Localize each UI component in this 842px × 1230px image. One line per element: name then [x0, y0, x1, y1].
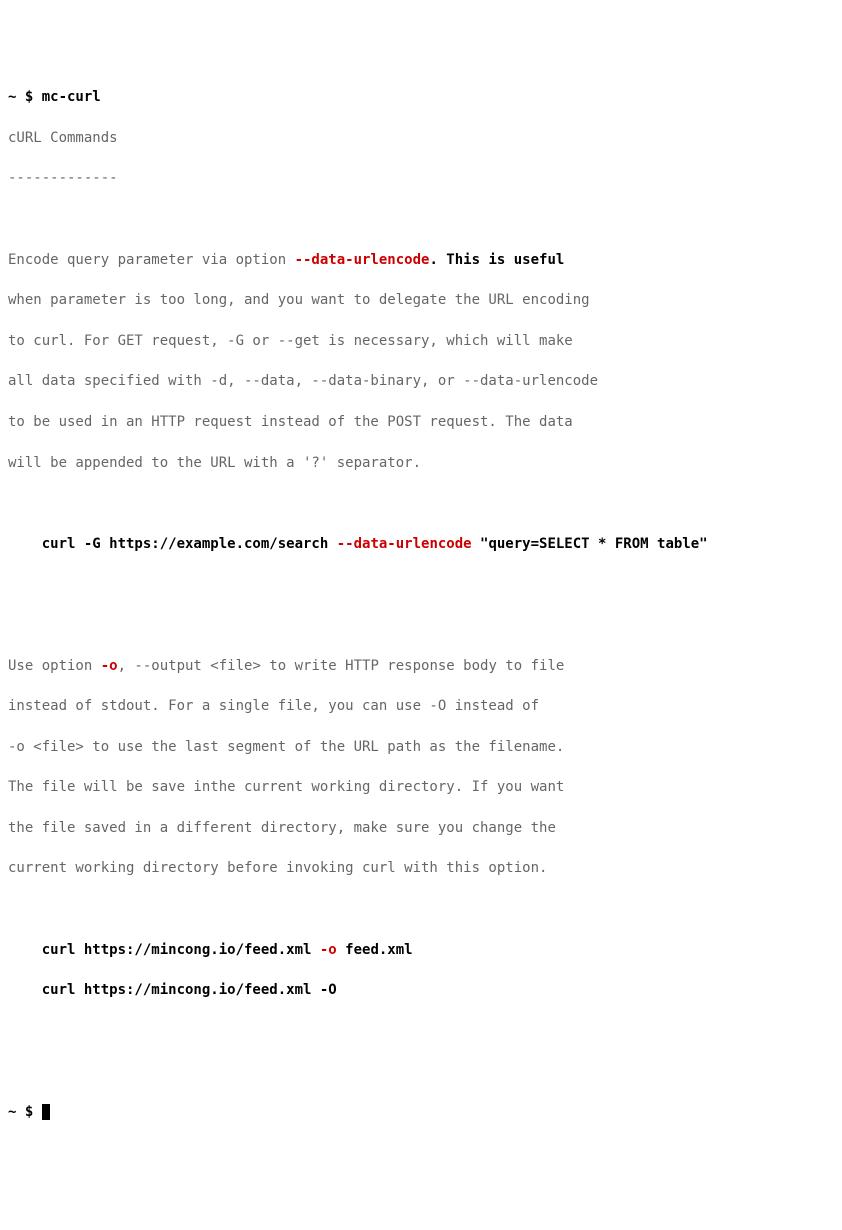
- para2-line6: current working directory before invokin…: [8, 858, 834, 878]
- shell-prompt: ~ $: [8, 1104, 42, 1120]
- command: mc-curl: [42, 89, 101, 105]
- para1-line5: to be used in an HTTP request instead of…: [8, 412, 834, 432]
- example1: curl -G https://example.com/search --dat…: [8, 534, 834, 554]
- para1-line4: all data specified with -d, --data, --da…: [8, 371, 834, 391]
- code: curl -G https://example.com/search: [8, 536, 337, 552]
- text: . This is useful: [429, 252, 564, 268]
- cursor-icon: [42, 1104, 50, 1120]
- code: "query=SELECT * FROM table": [472, 536, 708, 552]
- code: feed.xml: [337, 942, 413, 958]
- para2-line3: -o <file> to use the last segment of the…: [8, 737, 834, 757]
- example2b: curl https://mincong.io/feed.xml -O: [8, 980, 834, 1000]
- output-title: cURL Commands: [8, 128, 834, 148]
- blank-line: [8, 615, 834, 635]
- blank-line: [8, 493, 834, 513]
- para2-line2: instead of stdout. For a single file, yo…: [8, 696, 834, 716]
- blank-line: [8, 1061, 834, 1081]
- option-o: -o: [101, 658, 118, 674]
- para1-line1: Encode query parameter via option --data…: [8, 250, 834, 270]
- blank-line: [8, 209, 834, 229]
- para1-line2: when parameter is too long, and you want…: [8, 290, 834, 310]
- option-data-urlencode: --data-urlencode: [337, 536, 472, 552]
- prompt-line-1: ~ $ mc-curl: [8, 87, 834, 107]
- example2a: curl https://mincong.io/feed.xml -o feed…: [8, 940, 834, 960]
- para2-line4: The file will be save inthe current work…: [8, 777, 834, 797]
- blank-line: [8, 574, 834, 594]
- text: Encode query parameter via option: [8, 252, 295, 268]
- prompt-line-2[interactable]: ~ $: [8, 1102, 834, 1122]
- text: , --output <file> to write HTTP response…: [118, 658, 565, 674]
- para1-line6: will be appended to the URL with a '?' s…: [8, 453, 834, 473]
- option-data-urlencode: --data-urlencode: [295, 252, 430, 268]
- output-rule: -------------: [8, 168, 834, 188]
- shell-prompt: ~ $: [8, 89, 42, 105]
- para2-line1: Use option -o, --output <file> to write …: [8, 656, 834, 676]
- blank-line: [8, 1021, 834, 1041]
- text: Use option: [8, 658, 101, 674]
- para1-line3: to curl. For GET request, -G or --get is…: [8, 331, 834, 351]
- option-o: -o: [320, 942, 337, 958]
- blank-line: [8, 899, 834, 919]
- code: curl https://mincong.io/feed.xml: [8, 942, 320, 958]
- para2-line5: the file saved in a different directory,…: [8, 818, 834, 838]
